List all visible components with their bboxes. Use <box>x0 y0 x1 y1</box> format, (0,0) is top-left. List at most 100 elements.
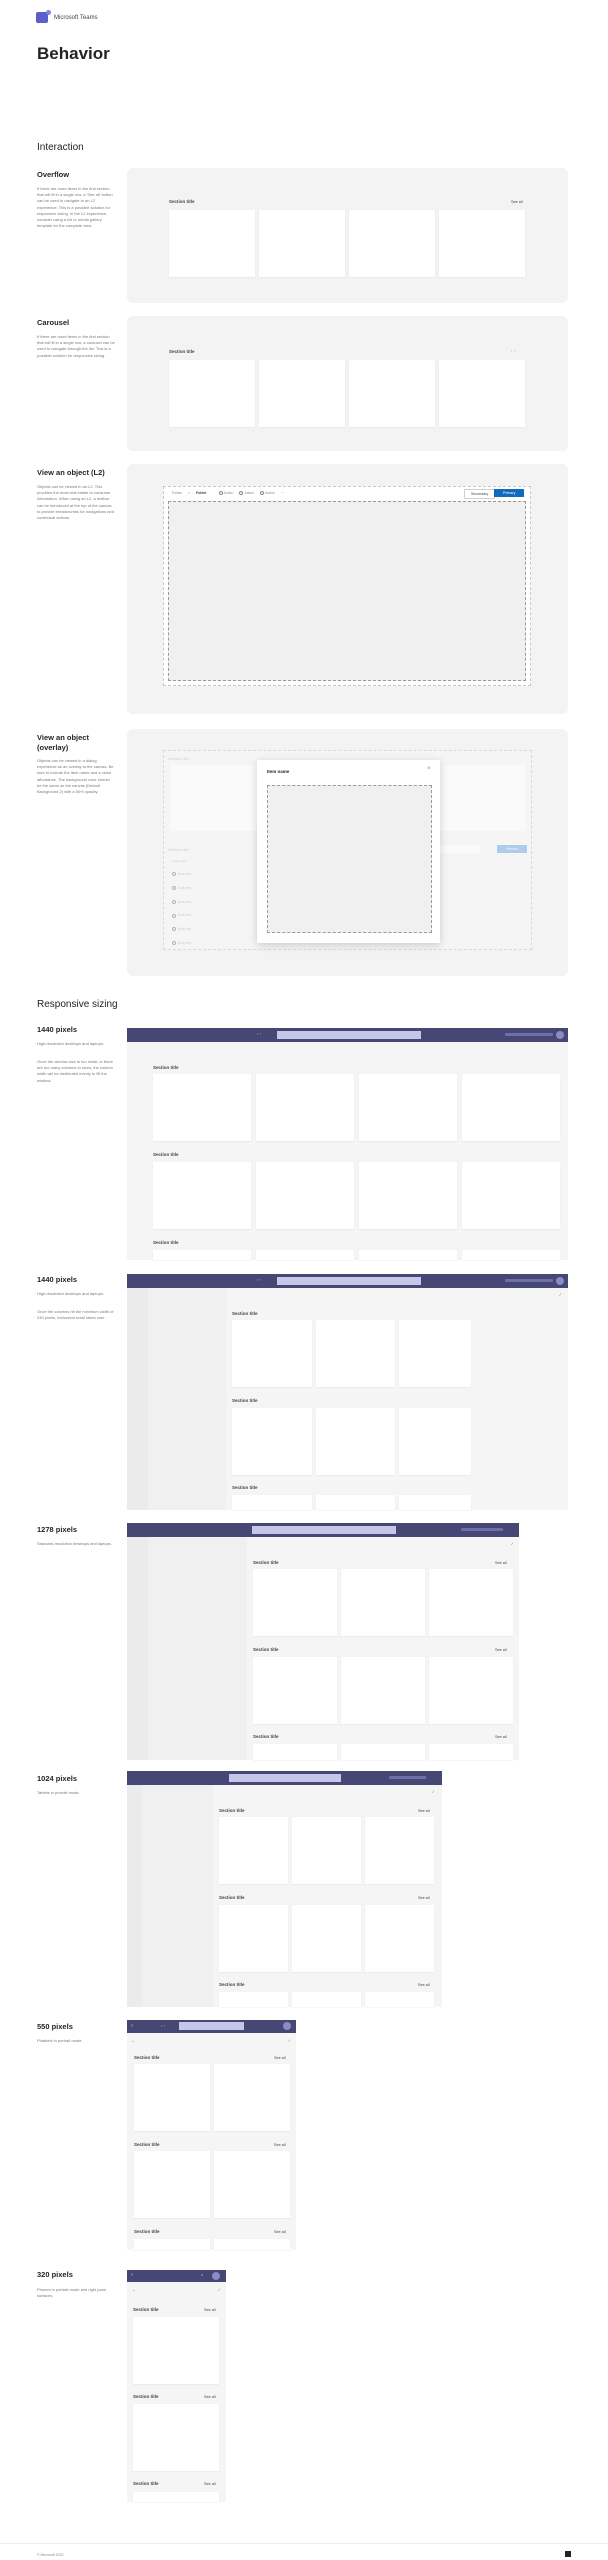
avatar[interactable] <box>283 2022 291 2030</box>
card[interactable] <box>349 210 435 277</box>
close-icon[interactable]: × <box>427 766 431 772</box>
see-all-link[interactable]: See all <box>418 1983 430 1987</box>
card[interactable] <box>462 1074 560 1141</box>
search-bar[interactable] <box>277 1031 421 1039</box>
card[interactable] <box>219 1817 288 1884</box>
back-arrow-icon[interactable]: ← <box>131 2038 135 2043</box>
nav-arrows-icon[interactable]: ‹ › <box>161 2023 165 2028</box>
primary-button[interactable]: Primary <box>494 489 525 497</box>
action-button[interactable]: Action <box>218 491 233 496</box>
card[interactable] <box>316 1495 395 1510</box>
search-icon[interactable]: ⌕ <box>201 2272 203 2277</box>
search-bar[interactable] <box>179 2022 244 2030</box>
card[interactable] <box>462 1162 560 1229</box>
breadcrumb-current[interactable]: Folder <box>196 491 207 495</box>
hamburger-icon[interactable]: ≡ <box>131 2023 133 2028</box>
card[interactable] <box>349 360 435 427</box>
action-button[interactable]: Action <box>260 491 275 496</box>
see-all-link[interactable]: See all <box>274 2143 286 2147</box>
breadcrumb-item[interactable]: Folder <box>172 491 182 495</box>
card[interactable] <box>153 1250 251 1260</box>
search-bar[interactable] <box>277 1277 421 1285</box>
more-icon[interactable]: ··· <box>281 491 285 495</box>
pin-icon[interactable]: ⁄ <box>512 1541 513 1546</box>
card[interactable] <box>219 1992 288 2007</box>
card[interactable] <box>133 2317 219 2384</box>
hamburger-icon[interactable]: ≡ <box>131 2272 133 2277</box>
see-all-link[interactable]: See all <box>274 2056 286 2060</box>
card[interactable] <box>259 360 345 427</box>
action-button[interactable]: Action <box>239 491 254 496</box>
card[interactable] <box>256 1250 354 1260</box>
card[interactable] <box>153 1162 251 1229</box>
avatar[interactable] <box>212 2272 220 2280</box>
card[interactable] <box>292 1905 361 1972</box>
card[interactable] <box>365 1905 434 1972</box>
chevron-right-icon[interactable]: › <box>514 349 515 353</box>
chevron-left-icon[interactable]: ‹ <box>511 349 512 353</box>
card[interactable] <box>253 1657 337 1724</box>
card[interactable] <box>429 1657 513 1724</box>
avatar[interactable] <box>556 1031 564 1039</box>
nav-arrows-icon[interactable]: ‹ › <box>257 1277 261 1282</box>
card[interactable] <box>134 2239 210 2250</box>
pin-icon[interactable]: ⁄ <box>219 2287 220 2292</box>
back-arrow-icon[interactable]: ← <box>132 2287 136 2292</box>
nav-arrows-icon[interactable]: ‹ › <box>257 1031 261 1036</box>
card[interactable] <box>429 1569 513 1636</box>
card[interactable] <box>292 1817 361 1884</box>
card[interactable] <box>359 1162 457 1229</box>
secondary-button[interactable]: Secondary <box>464 489 496 499</box>
card[interactable] <box>133 2492 219 2502</box>
card[interactable] <box>134 2151 210 2218</box>
card[interactable] <box>153 1074 251 1141</box>
card[interactable] <box>214 2151 290 2218</box>
card[interactable] <box>256 1074 354 1141</box>
pin-icon[interactable]: ⁄ <box>289 2038 290 2043</box>
see-all-link[interactable]: See all <box>418 1896 430 1900</box>
card[interactable] <box>169 210 255 277</box>
see-all-link[interactable]: See all <box>204 2395 216 2399</box>
card[interactable] <box>341 1657 425 1724</box>
search-bar[interactable] <box>229 1774 341 1782</box>
card[interactable] <box>256 1162 354 1229</box>
card[interactable] <box>439 210 525 277</box>
card[interactable] <box>399 1320 471 1387</box>
search-bar[interactable] <box>252 1526 396 1534</box>
card[interactable] <box>214 2064 290 2131</box>
see-all-link[interactable]: See all <box>495 1648 507 1652</box>
card[interactable] <box>259 210 345 277</box>
pin-icon[interactable]: ⁄ <box>433 1789 434 1794</box>
see-all-link[interactable]: See all <box>511 200 523 204</box>
card[interactable] <box>399 1408 471 1475</box>
see-all-link[interactable]: See all <box>495 1561 507 1565</box>
pin-icon[interactable]: ⁄ <box>560 1292 561 1297</box>
card[interactable] <box>133 2404 219 2471</box>
card[interactable] <box>316 1408 395 1475</box>
card[interactable] <box>359 1074 457 1141</box>
card[interactable] <box>253 1569 337 1636</box>
card[interactable] <box>365 1817 434 1884</box>
card[interactable] <box>232 1495 312 1510</box>
avatar[interactable] <box>556 1277 564 1285</box>
card[interactable] <box>169 360 255 427</box>
see-all-link[interactable]: See all <box>495 1735 507 1739</box>
see-all-link[interactable]: See all <box>204 2482 216 2486</box>
see-all-link[interactable]: See all <box>204 2308 216 2312</box>
card[interactable] <box>134 2064 210 2131</box>
card[interactable] <box>341 1569 425 1636</box>
card[interactable] <box>439 360 525 427</box>
card[interactable] <box>341 1744 425 1760</box>
card[interactable] <box>365 1992 434 2007</box>
card[interactable] <box>232 1408 312 1475</box>
see-all-link[interactable]: See all <box>274 2230 286 2234</box>
card[interactable] <box>316 1320 395 1387</box>
card[interactable] <box>219 1905 288 1972</box>
card[interactable] <box>399 1495 471 1510</box>
card[interactable] <box>214 2239 290 2250</box>
card[interactable] <box>359 1250 457 1260</box>
card[interactable] <box>253 1744 337 1760</box>
card[interactable] <box>429 1744 513 1760</box>
card[interactable] <box>292 1992 361 2007</box>
card[interactable] <box>232 1320 312 1387</box>
